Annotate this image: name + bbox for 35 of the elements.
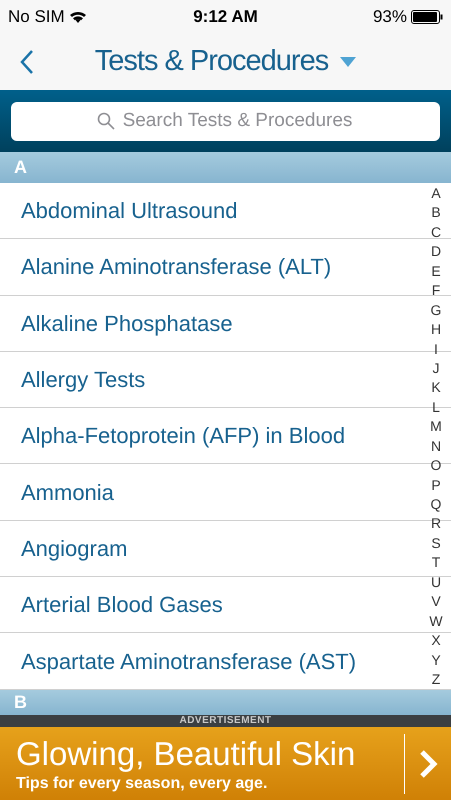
search-icon [97,112,115,130]
back-icon [20,49,34,75]
ad-tagline: Tips for every season, every age. [16,774,268,794]
index-letter[interactable]: G [430,302,442,319]
ad-label: ADVERTISEMENT [0,715,451,727]
clock-text: 9:12 AM [193,6,258,28]
index-letter[interactable]: B [431,204,441,222]
index-letter[interactable]: S [431,534,441,552]
index-letter[interactable]: K [431,379,441,396]
index-letter[interactable]: X [431,632,441,650]
index-letter[interactable]: A [431,185,441,202]
caret-icon [340,56,356,66]
index-letter[interactable]: Y [431,652,441,668]
index-letter[interactable]: C [430,224,442,241]
index-letter[interactable]: H [430,321,442,338]
carrier-text: No SIM [8,6,65,28]
section-header: B [0,690,451,715]
section-header: A [0,152,451,183]
index-letter[interactable]: Q [430,496,442,513]
battery-icon [411,10,443,24]
search-field[interactable]: Search Tests & Procedures [11,102,440,140]
index-letter[interactable]: V [431,593,441,610]
index-letter[interactable]: M [430,418,442,436]
wifi-icon [68,10,87,24]
index-letter[interactable]: W [429,612,443,630]
index-letter[interactable]: Z [432,670,440,688]
index-letter[interactable]: J [432,360,440,377]
index-letter[interactable]: T [432,554,440,572]
index-letter[interactable]: N [430,438,442,455]
ad-headline: Glowing, Beautiful Skin [16,734,356,774]
index-letter[interactable]: D [430,243,442,260]
battery-text: 93% [372,6,407,28]
index-letter[interactable]: E [431,262,441,280]
chevron-icon [418,748,438,778]
index-letter[interactable]: P [431,476,441,494]
